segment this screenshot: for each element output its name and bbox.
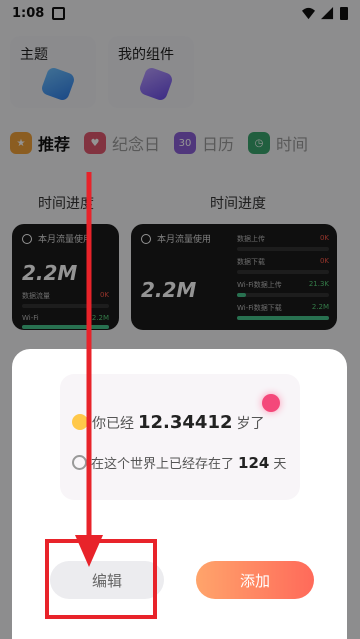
days-suffix: 天 — [273, 457, 287, 472]
face-icon — [72, 414, 88, 430]
days-line: 在这个世界上已经存在了 124 天 — [72, 453, 286, 472]
edit-button[interactable]: 编辑 — [50, 561, 164, 599]
age-preview-card — [60, 374, 300, 500]
days-value: 124 — [238, 454, 270, 472]
days-prefix: 在这个世界上已经存在了 — [91, 457, 235, 472]
add-button[interactable]: 添加 — [196, 561, 314, 599]
clock-icon — [72, 455, 87, 470]
age-line: 你已经 12.34412 岁了 — [72, 412, 265, 433]
add-widget-sheet: 你已经 12.34412 岁了 在这个世界上已经存在了 124 天 编辑 添加 — [12, 349, 347, 639]
age-suffix: 岁了 — [236, 416, 265, 432]
age-prefix: 你已经 — [92, 416, 134, 432]
decoration-dot — [262, 394, 280, 412]
age-value: 12.34412 — [138, 412, 233, 433]
